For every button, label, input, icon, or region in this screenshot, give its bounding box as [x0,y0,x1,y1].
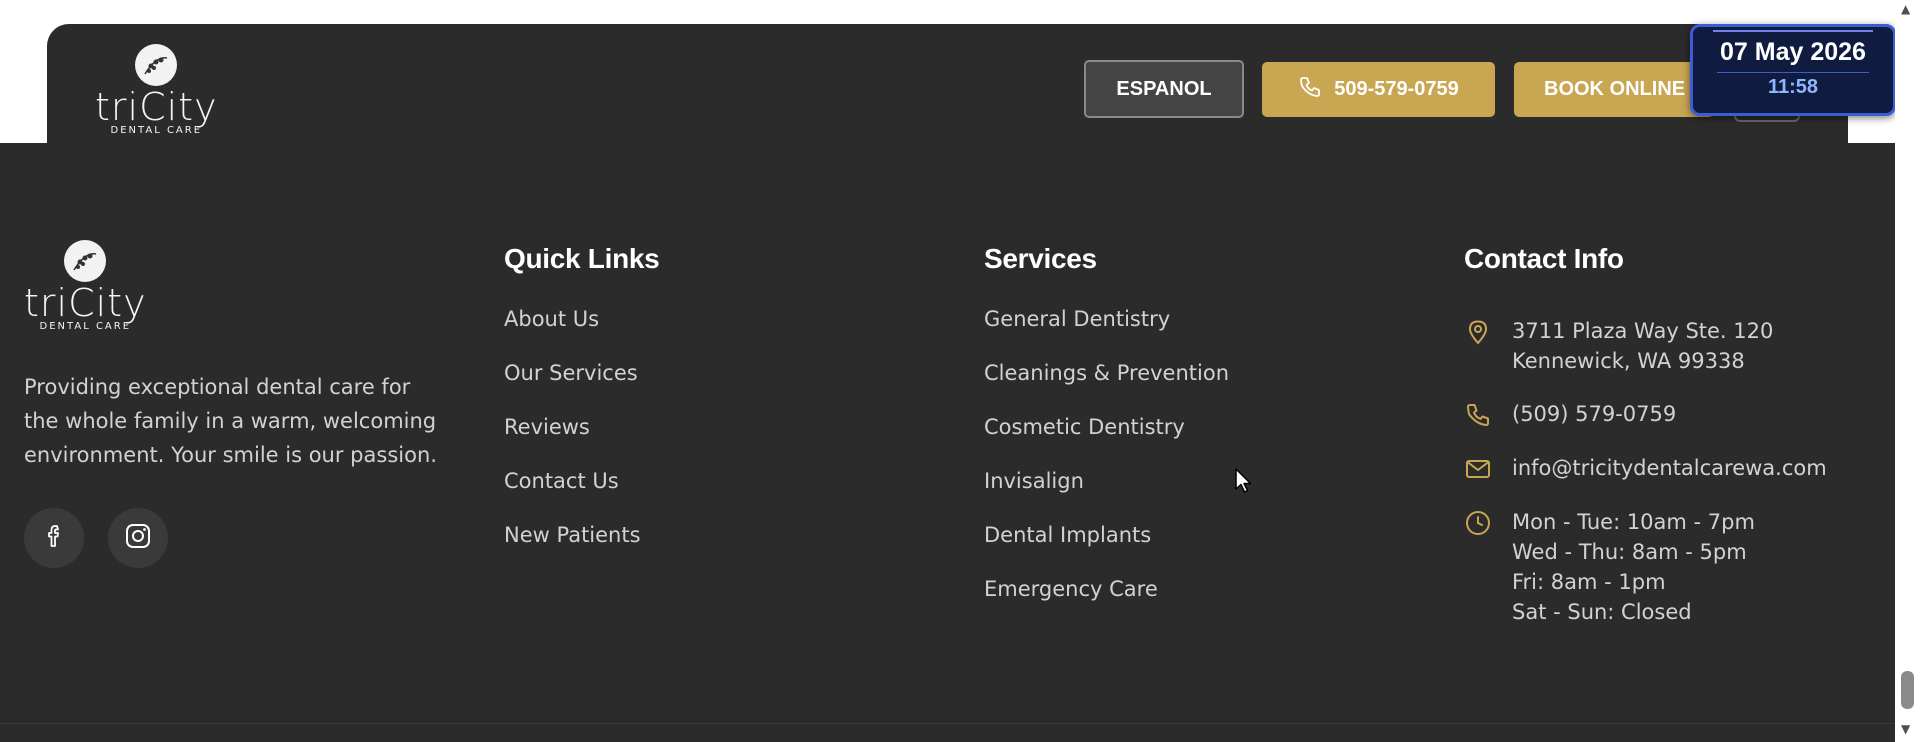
mouse-cursor-icon [1234,467,1254,499]
contact-email[interactable]: info@tricitydentalcarewa.com [1464,453,1827,483]
scroll-up-icon[interactable]: ▲ [1901,2,1910,16]
service-link-invisalign[interactable]: Invisalign [984,468,1229,522]
tree-emblem-icon [64,240,107,282]
quick-link-reviews[interactable]: Reviews [504,414,659,468]
clock-icon [1464,509,1492,537]
tree-emblem-icon [135,44,178,86]
about-description: Providing exceptional dental care for th… [24,375,437,467]
footer-logo[interactable]: triCity DENTAL CARE [24,240,147,332]
clock-time: 11:58 [1767,76,1819,98]
service-link-emergency[interactable]: Emergency Care [984,576,1229,630]
book-online-button[interactable]: BOOK ONLINE [1514,62,1714,117]
book-label: BOOK ONLINE [1544,78,1686,100]
call-phone-button[interactable]: 509-579-0759 [1262,62,1495,117]
logo-subtitle: DENTAL CARE [39,321,132,332]
logo-subtitle: DENTAL CARE [110,125,203,136]
quick-link-new-patients[interactable]: New Patients [504,522,659,576]
contact-address: 3711 Plaza Way Ste. 120 Kennewick, WA 99… [1464,316,1773,376]
espanol-label: ESPANOL [1116,77,1212,100]
footer-divider [0,723,1895,724]
header-logo[interactable]: triCity DENTAL CARE [95,44,218,136]
clock-separator [1717,72,1869,73]
quick-link-about[interactable]: About Us [504,306,659,360]
phone-number[interactable]: (509) 579-0759 [1512,399,1676,429]
mail-icon [1464,455,1492,483]
quick-link-contact[interactable]: Contact Us [504,468,659,522]
phone-label: 509-579-0759 [1334,78,1459,100]
logo-wordmark: triCity [95,85,218,129]
hours-line: Mon - Tue: 10am - 7pm [1512,510,1755,534]
espanol-button[interactable]: ESPANOL [1084,60,1244,118]
hours-line: Fri: 8am - 1pm [1512,570,1666,594]
contact-column: Contact Info [1464,243,1624,275]
clock-topline [1713,30,1873,32]
quick-links-title: Quick Links [504,243,660,274]
address-line-2: Kennewick, WA 99338 [1512,349,1745,373]
facebook-link[interactable] [24,508,84,568]
quick-link-services[interactable]: Our Services [504,360,659,414]
contact-hours: Mon - Tue: 10am - 7pm Wed - Thu: 8am - 5… [1464,507,1755,627]
hours-line: Sat - Sun: Closed [1512,600,1692,624]
instagram-icon [124,522,152,554]
services-column: Services General Dentistry Cleanings & P… [984,243,1229,630]
instagram-link[interactable] [108,508,168,568]
service-link-implants[interactable]: Dental Implants [984,522,1229,576]
map-pin-icon [1464,318,1492,346]
scroll-down-icon[interactable]: ▼ [1901,722,1910,736]
service-link-cleanings[interactable]: Cleanings & Prevention [984,360,1229,414]
page-scrollbar[interactable]: ▲ ▼ [1895,0,1920,742]
logo-wordmark: triCity [24,281,147,325]
clock-widget: 07 May 2026 11:58 [1690,24,1896,116]
facebook-icon [42,523,66,553]
contact-title: Contact Info [1464,243,1624,274]
services-title: Services [984,243,1097,274]
email-address[interactable]: info@tricitydentalcarewa.com [1512,453,1827,483]
scrollbar-thumb[interactable] [1901,671,1914,709]
service-link-cosmetic[interactable]: Cosmetic Dentistry [984,414,1229,468]
clock-date: 07 May 2026 [1720,38,1866,66]
phone-icon [1464,401,1492,429]
service-link-general[interactable]: General Dentistry [984,306,1229,360]
hours-line: Wed - Thu: 8am - 5pm [1512,540,1747,564]
address-line-1: 3711 Plaza Way Ste. 120 [1512,319,1774,343]
quick-links-column: Quick Links About Us Our Services Review… [504,243,660,576]
contact-phone[interactable]: (509) 579-0759 [1464,399,1676,429]
phone-icon [1298,75,1322,105]
